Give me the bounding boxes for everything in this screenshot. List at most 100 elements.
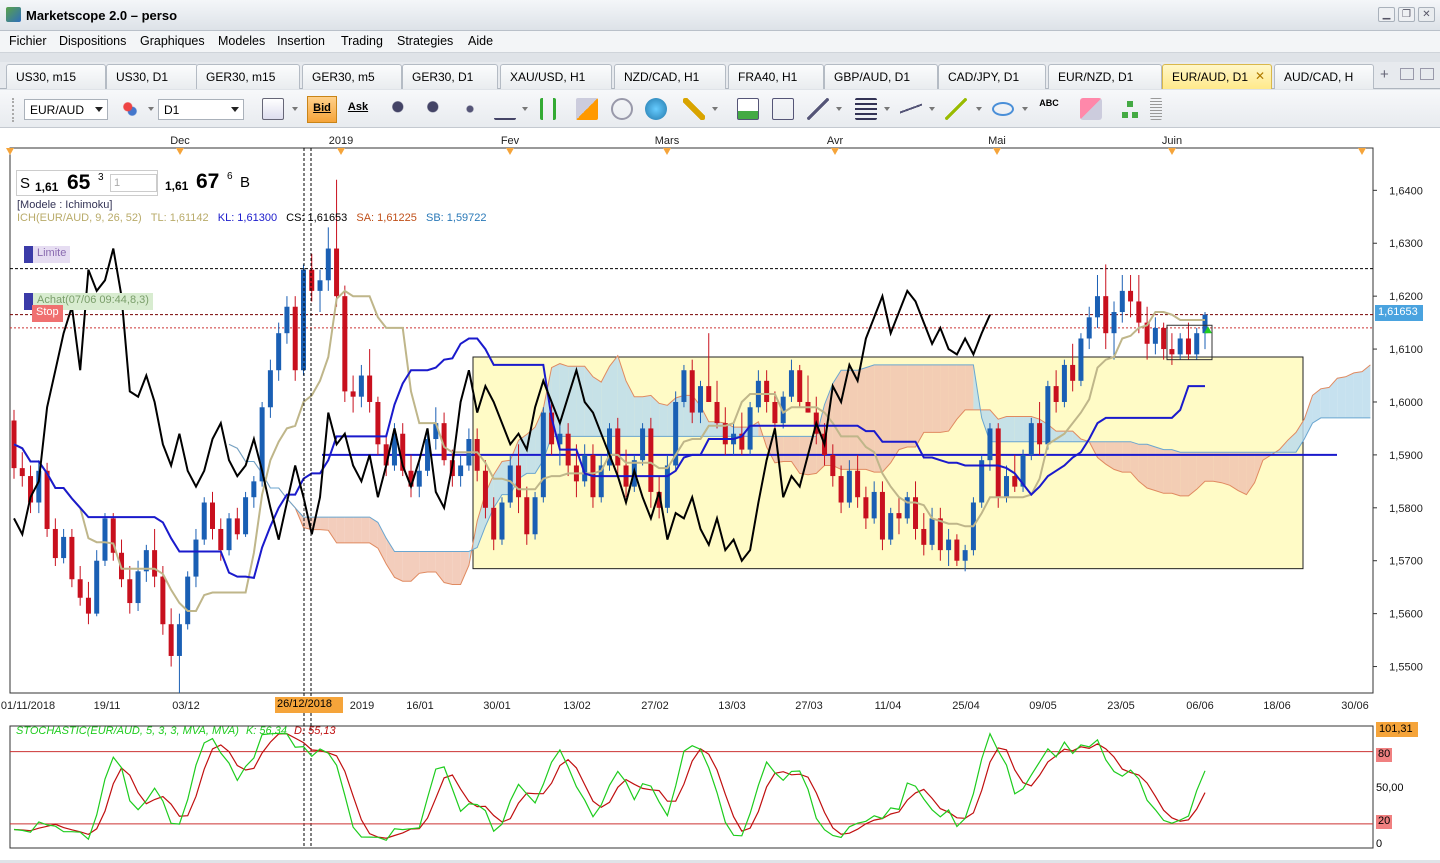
stop-order-label[interactable]: Stop <box>32 305 63 322</box>
instrument-select[interactable]: EUR/AUD <box>24 99 108 120</box>
tab-euraud-d1[interactable]: EUR/AUD, D1 ✕ <box>1162 64 1272 89</box>
globe-icon[interactable] <box>645 98 667 120</box>
ichimoku-legend: ICH(EUR/AUD, 9, 26, 52) TL: 1,61142 KL: … <box>17 212 487 224</box>
zoom-out-icon[interactable] <box>424 98 446 120</box>
tab-gbpaud-d1[interactable]: GBP/AUD, D1 <box>824 64 938 89</box>
menu-strategies[interactable]: Strategies <box>397 34 453 48</box>
candle-body <box>416 470 422 487</box>
chevron-down-icon <box>231 107 239 112</box>
month-label: Juin <box>1162 135 1182 147</box>
lines-icon[interactable] <box>855 98 877 120</box>
chevron-down-icon[interactable] <box>292 107 298 111</box>
tab-audcad-h[interactable]: AUD/CAD, H <box>1274 64 1374 89</box>
tab-label: CAD/JPY, D1 <box>948 70 1020 84</box>
trendline-icon[interactable] <box>945 98 967 120</box>
chevron-down-icon[interactable] <box>1022 107 1028 111</box>
cloud-segment <box>1188 452 1197 496</box>
candle-body <box>706 386 712 402</box>
cloud-segment <box>1122 441 1131 473</box>
add-tab-icon[interactable]: + <box>1380 66 1389 83</box>
image-icon[interactable] <box>737 98 759 120</box>
tab-eurnzd-d1[interactable]: EUR/NZD, D1 <box>1048 64 1162 89</box>
chart-type-icon[interactable] <box>262 98 284 120</box>
tab-restore-icon[interactable] <box>1420 68 1434 80</box>
tab-ger30-d1[interactable]: GER30, D1 <box>402 64 498 89</box>
ellipse-icon[interactable] <box>992 102 1014 116</box>
menu-insertion[interactable]: Insertion <box>277 34 325 48</box>
chevron-down-icon[interactable] <box>884 107 890 111</box>
buy-label: B <box>240 174 251 191</box>
cloud-segment <box>1114 441 1123 473</box>
close-icon[interactable]: ✕ <box>1418 7 1435 22</box>
template-icon[interactable] <box>772 98 794 120</box>
chevron-down-icon[interactable] <box>836 107 842 111</box>
toolbar-more-icon[interactable] <box>1150 98 1162 120</box>
hierarchy-icon[interactable] <box>1119 98 1141 120</box>
menu-modeles[interactable]: Modeles <box>218 34 265 48</box>
ruler-icon[interactable] <box>683 98 705 120</box>
text-tool-icon[interactable]: ABC <box>1038 98 1060 120</box>
ask-button[interactable]: Ask <box>343 96 373 123</box>
candle-body <box>1177 338 1183 355</box>
timeframe-select[interactable]: D1 <box>158 99 244 120</box>
tab-xauusd-h1[interactable]: XAU/USD, H1 <box>500 64 612 89</box>
tab-nzdcad-h1[interactable]: NZD/CAD, H1 <box>614 64 726 89</box>
draw-tools-icon[interactable] <box>807 98 829 120</box>
chart-area[interactable]: Dec 2019 Fev Mars Avr Mai Juin 1,6400 1,6300 1,62… <box>0 128 1440 860</box>
candle-body <box>855 470 861 498</box>
chevron-down-icon[interactable] <box>976 107 982 111</box>
candle-body <box>871 491 877 519</box>
edit-chart-icon[interactable] <box>576 98 598 120</box>
eye-icon[interactable] <box>611 98 633 120</box>
bid-button[interactable]: Bid <box>307 96 337 123</box>
close-tab-icon[interactable]: ✕ <box>1255 69 1265 83</box>
candle-body <box>342 296 348 392</box>
price-chart[interactable]: Dec 2019 Fev Mars Avr Mai Juin 1,6400 1,6300 1,62… <box>0 128 1440 860</box>
zoom-in-icon[interactable] <box>389 98 411 120</box>
menu-trading[interactable]: Trading <box>341 34 383 48</box>
menu-graphiques[interactable]: Graphiques <box>140 34 205 48</box>
buy-quote[interactable]: 1,61 67 6 B <box>163 170 259 196</box>
tab-label: EUR/AUD, D1 <box>1172 70 1249 84</box>
fit-chart-icon[interactable] <box>540 98 556 120</box>
tab-ger30-m5[interactable]: GER30, m5 <box>302 64 402 89</box>
fan-icon[interactable] <box>900 98 922 120</box>
sell-prefix: 1,61 <box>35 180 59 194</box>
tab-us30-d1[interactable]: US30, D1 <box>106 64 198 89</box>
tab-label: GER30, m15 <box>206 70 276 84</box>
month-label: Mars <box>655 135 680 147</box>
tab-fra40-h1[interactable]: FRA40, H1 <box>728 64 824 89</box>
cloud-segment <box>452 551 461 585</box>
date-tick-label: 30/06 <box>1341 700 1369 712</box>
candle-body <box>127 579 133 604</box>
chevron-down-icon[interactable] <box>522 107 528 111</box>
link-instrument-icon[interactable] <box>119 98 141 120</box>
chevron-down-icon[interactable] <box>712 107 718 111</box>
tab-us30-m15[interactable]: US30, m15 <box>6 64 106 89</box>
tab-ger30-m15[interactable]: GER30, m15 <box>196 64 300 89</box>
quantity-field[interactable]: 1 <box>110 174 157 192</box>
minimize-icon[interactable]: ▁ <box>1378 7 1395 22</box>
tab-cadjpy-d1[interactable]: CAD/JPY, D1 <box>938 64 1046 89</box>
chevron-down-icon[interactable] <box>148 107 154 111</box>
candle-body <box>540 412 546 498</box>
limit-order-label[interactable]: Limite <box>24 246 71 263</box>
menu-bar: Fichier Dispositions Graphiques Modeles … <box>0 31 1440 53</box>
eraser-icon[interactable] <box>1080 98 1102 120</box>
cursor-icon[interactable] <box>459 98 481 120</box>
tab-minimize-icon[interactable] <box>1400 68 1414 80</box>
candle-body <box>995 428 1001 498</box>
quote-box[interactable]: S 1,61 65 3 1 <box>16 170 158 196</box>
restore-icon[interactable]: ❐ <box>1398 7 1415 22</box>
menu-dispositions[interactable]: Dispositions <box>59 34 126 48</box>
cloud-segment <box>1238 452 1247 495</box>
buy-price: 67 <box>196 170 220 193</box>
chevron-down-icon[interactable] <box>929 107 935 111</box>
candle-body <box>615 428 621 466</box>
menu-aide[interactable]: Aide <box>468 34 493 48</box>
candle-body <box>61 536 67 559</box>
menu-fichier[interactable]: Fichier <box>9 34 47 48</box>
magnifier-icon[interactable] <box>494 98 516 120</box>
cloud-segment <box>344 517 354 543</box>
candle-body <box>375 401 381 445</box>
